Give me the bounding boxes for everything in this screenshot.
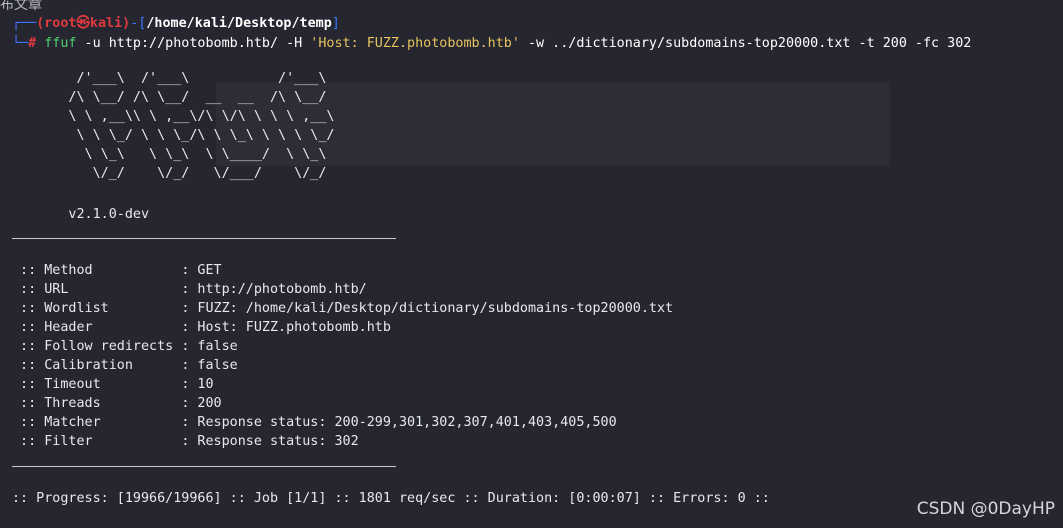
option-value: : false <box>181 339 238 354</box>
option-row: :: Follow redirects : false <box>12 337 238 356</box>
option-key: :: Matcher <box>12 415 182 430</box>
option-value: : Host: FUZZ.photobomb.htb <box>181 320 391 335</box>
option-key: :: Method <box>12 263 182 278</box>
option-row: :: Calibration : false <box>12 356 238 375</box>
option-row: :: Wordlist : FUZZ: /home/kali/Desktop/d… <box>12 299 673 318</box>
option-key: :: Header <box>12 320 182 335</box>
option-row: :: Timeout : 10 <box>12 375 214 394</box>
prompt-separator: -[ <box>130 16 147 31</box>
option-key: :: URL <box>12 282 182 297</box>
version-text: v2.1.0-dev <box>12 207 150 222</box>
option-row: :: Matcher : Response status: 200-299,30… <box>12 413 617 432</box>
option-key: :: Filter <box>12 434 182 449</box>
option-value: : false <box>181 358 238 373</box>
option-key: :: Threads <box>12 396 182 411</box>
prompt-bracket-close: ] <box>331 16 340 31</box>
option-key: :: Wordlist <box>12 301 182 316</box>
command-name: ffuf <box>44 36 77 51</box>
prompt-corner-top: ┌── <box>12 16 37 31</box>
option-row: :: URL : http://photobomb.htb/ <box>12 280 367 299</box>
option-row: :: Header : Host: FUZZ.photobomb.htb <box>12 318 391 337</box>
command-args-1: -u http://photobomb.htb/ -H <box>76 36 311 51</box>
banner-line: /'___\ /'___\ /'___\ <box>12 71 327 86</box>
page-fragment-text: 布文章 <box>0 0 42 13</box>
option-value: : GET <box>181 263 222 278</box>
option-key: :: Calibration <box>12 358 182 373</box>
terminal-window[interactable]: 布文章 ┌──(root㉿kali)-[/home/kali/Desktop/t… <box>0 0 1063 528</box>
banner-line: \/_/ \/_/ \/___/ \/_/ <box>12 166 327 181</box>
prompt-corner-bottom: └─ <box>12 36 29 51</box>
option-value: : Response status: 200-299,301,302,307,4… <box>181 415 617 430</box>
progress-text: :: Progress: [19966/19966] :: Job [1/1] … <box>12 491 770 506</box>
banner-line: \ \ ,__\\ \ ,__\/\ \/\ \ \ \ ,__\ <box>12 109 335 124</box>
command-string-arg: 'Host: FUZZ.photobomb.htb' <box>310 36 520 51</box>
watermark: CSDN @0DayHP <box>916 499 1055 519</box>
prompt-line-1: ┌──(root㉿kali)-[/home/kali/Desktop/temp] <box>12 14 340 33</box>
option-value: : Response status: 302 <box>181 434 359 449</box>
command-args-2: -w ../dictionary/subdomains-top20000.txt… <box>519 36 972 51</box>
divider-bottom <box>12 466 396 467</box>
option-key: :: Timeout <box>12 377 182 392</box>
option-key: :: Follow redirects <box>12 339 182 354</box>
banner-line: \ \_\ \ \_\ \ \____/ \ \_\ <box>12 147 327 162</box>
banner-line: \ \ \_/ \ \ \_/\ \ \_\ \ \ \ \_/ <box>12 128 335 143</box>
banner-line: /\ \__/ /\ \__/ __ __ /\ \__/ <box>12 90 327 105</box>
divider-top <box>12 238 396 239</box>
option-value: : 10 <box>181 377 214 392</box>
option-row: :: Method : GET <box>12 261 222 280</box>
command-line[interactable]: └─# ffuf -u http://photobomb.htb/ -H 'Ho… <box>12 34 971 53</box>
option-value: : FUZZ: /home/kali/Desktop/dictionary/su… <box>181 301 674 316</box>
option-value: : 200 <box>181 396 222 411</box>
prompt-user: (root㉿kali) <box>36 16 131 31</box>
prompt-hash: # <box>28 36 37 51</box>
option-row: :: Threads : 200 <box>12 394 222 413</box>
prompt-path: /home/kali/Desktop/temp <box>146 16 332 31</box>
option-row: :: Filter : Response status: 302 <box>12 432 359 451</box>
option-value: : http://photobomb.htb/ <box>181 282 367 297</box>
